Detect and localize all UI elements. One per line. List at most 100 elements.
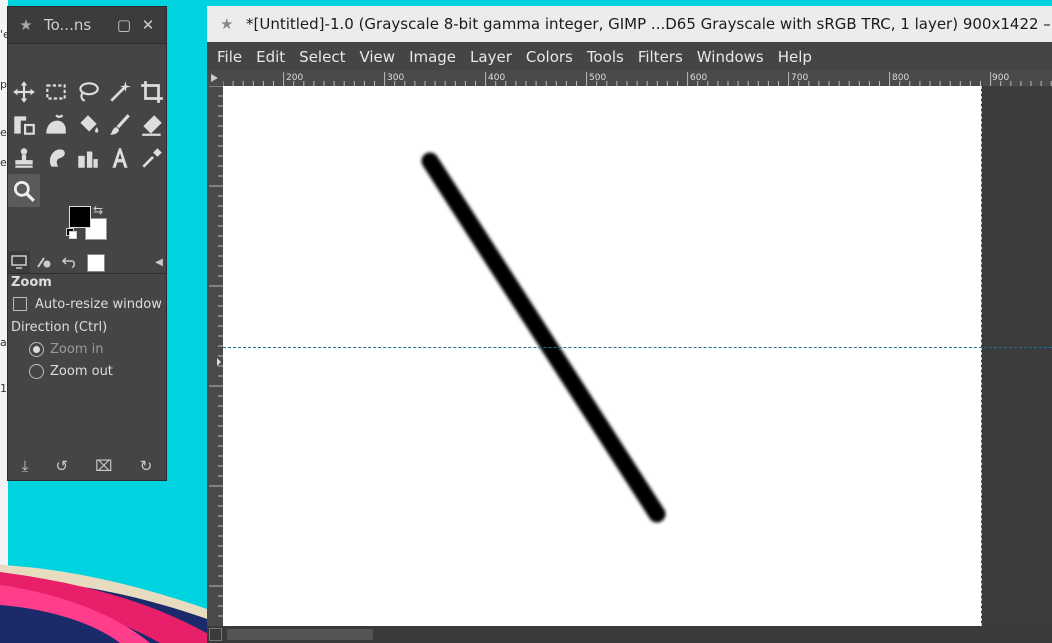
foreground-color-swatch[interactable]	[69, 206, 91, 228]
warp-transform-tool-button[interactable]	[40, 108, 72, 141]
auto-resize-label: Auto-resize window	[35, 296, 162, 312]
device-status-tab[interactable]	[33, 251, 55, 273]
hruler-label: 700	[791, 73, 808, 83]
menu-colors[interactable]: Colors	[522, 48, 577, 66]
zoom-tool-options: Zoom Auto-resize window Direction (Ctrl)…	[11, 275, 166, 382]
horizontal-scrollbar[interactable]	[207, 626, 1052, 643]
vertical-ruler[interactable]	[207, 86, 224, 626]
fg-bg-color-selector: ⇆	[66, 203, 116, 246]
hruler-label: 200	[286, 73, 303, 83]
unified-transform-tool-icon	[14, 115, 35, 135]
desktop-edge-glyph: e	[0, 156, 7, 169]
toolbox-window: ★ To...ns ▢ ✕ ⇆ ◀ Zoom Auto-resize windo…	[7, 6, 167, 481]
smudge-tool-icon	[49, 148, 65, 167]
hruler-label: 900	[992, 73, 1009, 83]
menu-tools[interactable]: Tools	[583, 48, 628, 66]
desktop-edge-glyph: a	[0, 336, 7, 349]
bucket-fill-tool-button[interactable]	[72, 108, 104, 141]
path-tool-button[interactable]	[72, 141, 104, 174]
scrollbar-thumb[interactable]	[227, 629, 373, 640]
tool-options-icon	[11, 255, 27, 269]
close-button[interactable]: ✕	[136, 13, 160, 37]
zoom-in-option[interactable]: Zoom in	[11, 338, 166, 360]
free-select-tool-button[interactable]	[72, 75, 104, 108]
maximize-button[interactable]: ▢	[112, 13, 136, 37]
crop-tool-icon	[141, 80, 163, 103]
color-picker-tool-button[interactable]	[136, 141, 168, 174]
tool-options-heading: Zoom	[11, 275, 52, 290]
bucket-fill-tool-icon	[80, 114, 99, 133]
hruler-label: 300	[387, 73, 404, 83]
smudge-tool-button[interactable]	[40, 141, 72, 174]
clone-tool-icon	[15, 147, 33, 168]
paintbrush-tool-icon	[110, 113, 130, 135]
save-options-icon[interactable]: ⤓	[22, 457, 29, 475]
canvas-viewport[interactable]	[223, 86, 1052, 626]
tool-palette	[8, 75, 168, 207]
image-window-titlebar[interactable]: ★ *[Untitled]-1.0 (Grayscale 8-bit gamma…	[207, 6, 1052, 42]
menu-layer[interactable]: Layer	[466, 48, 516, 66]
zoom-in-label: Zoom in	[50, 341, 104, 357]
move-tool-button[interactable]	[8, 75, 40, 108]
menu-select[interactable]: Select	[295, 48, 349, 66]
eraser-tool-icon	[142, 114, 162, 136]
brush-stroke	[421, 152, 666, 523]
tool-options-buttons: ⤓ ↺ ⌧ ↻	[8, 453, 166, 479]
clone-tool-button[interactable]	[8, 141, 40, 174]
navigate-icon[interactable]	[209, 628, 222, 641]
menu-edit[interactable]: Edit	[252, 48, 289, 66]
paintbrush-tool-button[interactable]	[104, 108, 136, 141]
desktop-edge-glyph: 1	[0, 382, 7, 395]
zoom-out-option[interactable]: Zoom out	[11, 360, 166, 382]
menu-bar: File Edit Select View Image Layer Colors…	[207, 44, 1052, 70]
horizontal-guide[interactable]	[223, 347, 1052, 348]
desktop-wallpaper-art	[0, 565, 210, 643]
tool-options-tab[interactable]	[8, 251, 30, 273]
delete-options-icon[interactable]: ⌧	[95, 457, 112, 475]
unified-transform-tool-button[interactable]	[8, 108, 40, 141]
fuzzy-select-tool-icon	[110, 80, 131, 102]
menu-file[interactable]: File	[213, 48, 246, 66]
crop-tool-button[interactable]	[136, 75, 168, 108]
quick-mask-toggle[interactable]	[207, 70, 223, 86]
restore-options-icon[interactable]: ↺	[55, 457, 68, 475]
rect-select-tool-button[interactable]	[40, 75, 72, 108]
device-status-icon	[37, 257, 51, 268]
zoom-tool-button[interactable]	[8, 174, 40, 207]
zoom-out-radio[interactable]	[29, 363, 44, 379]
image-window: ★ *[Untitled]-1.0 (Grayscale 8-bit gamma…	[207, 6, 1052, 643]
menu-view[interactable]: View	[355, 48, 399, 66]
rect-select-tool-icon	[46, 83, 66, 100]
images-tab[interactable]	[87, 254, 105, 272]
undo-history-tab[interactable]	[58, 251, 80, 273]
swap-colors-icon[interactable]: ⇆	[93, 203, 103, 217]
menu-image[interactable]: Image	[405, 48, 460, 66]
dock-menu-icon[interactable]: ◀	[148, 251, 170, 273]
reset-options-icon[interactable]: ↻	[140, 457, 153, 475]
fuzzy-select-tool-button[interactable]	[104, 75, 136, 108]
text-tool-button[interactable]	[104, 141, 136, 174]
horizontal-ruler[interactable]: 200 300 400 500 600 700 800 900	[223, 70, 1052, 87]
menu-windows[interactable]: Windows	[693, 48, 768, 66]
gimp-logo-icon: ★	[19, 16, 33, 34]
menu-help[interactable]: Help	[774, 48, 816, 66]
free-select-tool-icon	[79, 81, 99, 102]
zoom-tool-icon	[13, 180, 35, 202]
image-window-title: *[Untitled]-1.0 (Grayscale 8-bit gamma i…	[246, 15, 1051, 33]
default-colors-icon[interactable]	[66, 228, 77, 239]
menu-filters[interactable]: Filters	[634, 48, 687, 66]
image-canvas[interactable]	[223, 86, 981, 626]
hruler-label: 600	[690, 73, 707, 83]
move-tool-icon	[13, 80, 35, 103]
auto-resize-option[interactable]: Auto-resize window	[11, 293, 166, 315]
zoom-in-radio[interactable]	[29, 341, 44, 357]
undo-history-icon	[61, 257, 75, 268]
toolbox-titlebar[interactable]: ★ To...ns ▢ ✕	[8, 7, 166, 44]
text-tool-icon	[112, 147, 128, 168]
dock-tab-bar: ◀	[8, 251, 166, 274]
hruler-label: 400	[488, 73, 505, 83]
eraser-tool-button[interactable]	[136, 108, 168, 141]
auto-resize-checkbox[interactable]	[13, 297, 27, 311]
toolbox-title: To...ns	[44, 16, 92, 34]
path-tool-icon	[78, 151, 98, 168]
